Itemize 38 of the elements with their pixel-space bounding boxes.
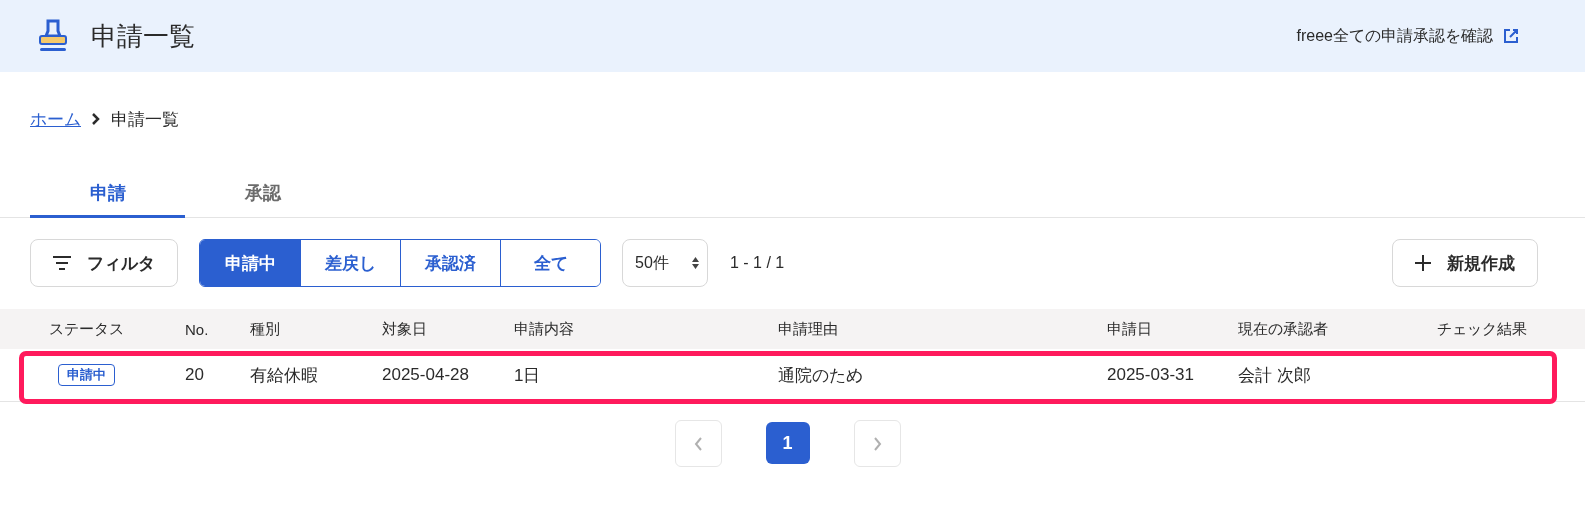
filter-button[interactable]: フィルタ (30, 239, 178, 287)
column-header: 対象日 (381, 319, 428, 339)
column-header: No. (184, 320, 210, 338)
tab[interactable]: 承認 (185, 176, 340, 218)
table-cell: 通院のため (778, 365, 863, 385)
all-approvals-link[interactable]: freee全ての申請承認を確認 (1296, 25, 1519, 47)
chevron-right-icon (91, 112, 101, 126)
column-header: チェック結果 (1436, 319, 1528, 339)
status-badge: 申請中 (57, 364, 115, 386)
breadcrumb-link[interactable]: ホーム (30, 107, 81, 131)
result-range: 1 - 1 / 1 (730, 254, 785, 272)
chevron-right-icon (872, 436, 882, 451)
chevron-left-icon (693, 436, 703, 451)
stamp-icon (37, 19, 69, 53)
filter-icon (53, 256, 71, 270)
table-cell: 2025-03-31 (1107, 365, 1194, 384)
table-cell: 2025-04-28 (382, 365, 469, 384)
plus-icon (1415, 255, 1431, 271)
column-header: ステータス (47, 319, 125, 339)
column-header: 申請日 (1106, 319, 1153, 339)
table-cell: 1日 (514, 365, 541, 385)
table-cell: 20 (185, 365, 204, 384)
new-button[interactable]: 新規作成 (1392, 239, 1538, 287)
table-cell: 有給休暇 (250, 365, 318, 385)
breadcrumb-current: 申請一覧 (111, 108, 179, 131)
table-cell: 会計 次郎 (1238, 365, 1311, 385)
page-button[interactable]: 1 (765, 422, 810, 464)
status-filter-button[interactable]: 全て (500, 240, 600, 286)
status-filter-button[interactable]: 申請中 (200, 240, 300, 286)
column-header: 申請内容 (513, 319, 575, 339)
column-header: 種別 (249, 319, 281, 339)
tab[interactable]: 申請 (30, 176, 185, 218)
column-header: 現在の承認者 (1237, 319, 1329, 339)
sort-arrows-icon (692, 257, 699, 269)
external-link-icon (1503, 28, 1519, 44)
page-size-select[interactable]: 50件 (622, 239, 708, 287)
page-title: 申請一覧 (91, 19, 195, 53)
column-header: 申請理由 (777, 319, 839, 339)
